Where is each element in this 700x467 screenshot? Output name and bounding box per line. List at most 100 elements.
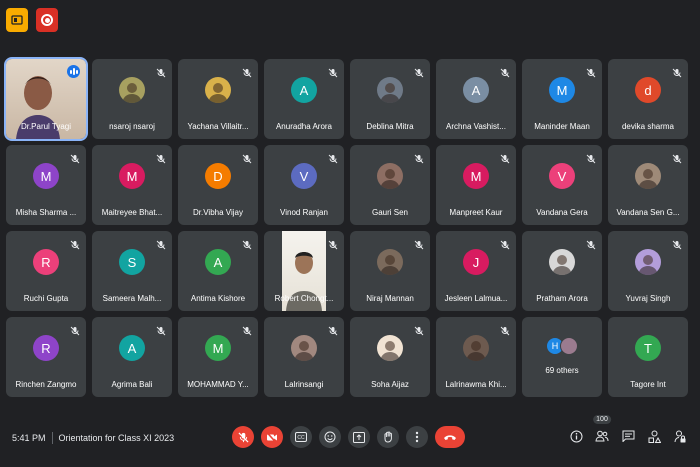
meeting-details: 5:41 PM Orientation for Class XI 2023	[12, 432, 174, 444]
avatar	[560, 336, 578, 355]
avatar: T	[635, 335, 661, 362]
participant-tile[interactable]: Gauri Sen	[350, 145, 430, 225]
participant-tile[interactable]: Lalrinsangi	[264, 317, 344, 397]
chat-icon	[622, 430, 634, 442]
avatar: A	[119, 335, 145, 362]
mic-muted-icon	[156, 323, 166, 336]
participant-tile[interactable]: D Dr.Vibha Vijay	[178, 145, 258, 225]
participant-name: Jesleen Lalmua...	[444, 294, 508, 303]
others-avatars: H	[546, 336, 578, 355]
participant-count-badge: 100	[593, 415, 611, 424]
recording-icon[interactable]	[36, 8, 58, 32]
participant-tile[interactable]: Yachana Villaitr...	[178, 59, 258, 139]
reactions-button[interactable]	[319, 426, 341, 448]
participant-tile[interactable]: V Vinod Ranjan	[264, 145, 344, 225]
avatar: M	[33, 163, 59, 190]
meeting-time: 5:41 PM	[12, 433, 46, 443]
participant-name: Tagore Int	[630, 380, 666, 389]
participant-tile[interactable]: Lalrinawma Khi...	[436, 317, 516, 397]
participant-tile[interactable]: Soha Aijaz	[350, 317, 430, 397]
avatar: S	[119, 249, 145, 276]
avatar: V	[549, 163, 575, 190]
chat-button[interactable]	[620, 428, 636, 444]
hand-icon	[384, 431, 392, 443]
participant-tile[interactable]: nsaroj nsaroj	[92, 59, 172, 139]
avatar: V	[291, 163, 317, 190]
participant-tile[interactable]: Dr.Parul Tyagi	[4, 57, 88, 141]
participant-tile[interactable]: S Sameera Malh...	[92, 231, 172, 311]
mic-muted-icon	[586, 65, 596, 78]
participant-name: Sameera Malh...	[102, 294, 162, 303]
participant-name: Robert Chongt...	[274, 294, 334, 303]
meeting-info-button[interactable]	[568, 428, 584, 444]
mic-muted-icon	[70, 323, 80, 336]
participant-tile[interactable]: M Maninder Maan	[522, 59, 602, 139]
participant-tile[interactable]: M MOHAMMAD Y...	[178, 317, 258, 397]
participant-name: Lalrinsangi	[284, 380, 324, 389]
camera-off-button[interactable]	[261, 426, 283, 448]
avatar	[635, 163, 661, 190]
participant-name: Ruchi Gupta	[23, 294, 69, 303]
mic-muted-icon	[414, 323, 424, 336]
participant-grid: Dr.Parul Tyagi nsaroj nsaroj Yachana Villa…	[4, 57, 694, 397]
mic-off-button[interactable]	[232, 426, 254, 448]
avatar: R	[33, 335, 59, 362]
participant-name: Vandana Gera	[536, 208, 588, 217]
more-options-button[interactable]	[406, 426, 428, 448]
activity-icon[interactable]	[6, 8, 28, 32]
divider	[51, 432, 53, 444]
participant-tile[interactable]: d devika sharma	[608, 59, 688, 139]
participant-tile[interactable]: Vandana Sen G...	[608, 145, 688, 225]
avatar: A	[205, 249, 231, 276]
participant-name: Yuvraj Singh	[625, 294, 671, 303]
host-controls-button[interactable]	[672, 428, 688, 444]
participant-tile[interactable]: V Vandana Gera	[522, 145, 602, 225]
mic-muted-icon	[414, 65, 424, 78]
mic-muted-icon	[672, 151, 682, 164]
participant-name: Antima Kishore	[190, 294, 246, 303]
present-button[interactable]	[348, 426, 370, 448]
participant-tile[interactable]: Deblina Mitra	[350, 59, 430, 139]
leave-call-button[interactable]	[435, 426, 465, 448]
participant-tile[interactable]: T Tagore Int	[608, 317, 688, 397]
avatar: J	[463, 249, 489, 276]
participant-name: Dr.Vibha Vijay	[193, 208, 243, 217]
people-button[interactable]: 100	[593, 415, 611, 444]
shapes-icon	[648, 430, 661, 443]
participant-tile[interactable]: J Jesleen Lalmua...	[436, 231, 516, 311]
participant-tile[interactable]: Robert Chongt...	[264, 231, 344, 311]
captions-button[interactable]: CC	[290, 426, 312, 448]
participant-tile[interactable]: Niraj Mannan	[350, 231, 430, 311]
participant-tile[interactable]: A Anuradha Arora	[264, 59, 344, 139]
participant-tile[interactable]: R Rinchen Zangmo	[6, 317, 86, 397]
participant-tile[interactable]: A Archna Vashist...	[436, 59, 516, 139]
avatar	[463, 335, 489, 362]
mic-muted-icon	[156, 65, 166, 78]
participant-tile[interactable]: A Antima Kishore	[178, 231, 258, 311]
participant-tile[interactable]: A Agrima Bali	[92, 317, 172, 397]
participant-tile[interactable]: Pratham Arora	[522, 231, 602, 311]
participant-tile[interactable]: M Misha Sharma ...	[6, 145, 86, 225]
activities-button[interactable]	[646, 428, 662, 444]
participant-tile[interactable]: R Ruchi Gupta	[6, 231, 86, 311]
mic-muted-icon	[328, 65, 338, 78]
more-icon	[415, 431, 419, 443]
svg-text:CC: CC	[297, 435, 305, 441]
raise-hand-button[interactable]	[377, 426, 399, 448]
participant-tile[interactable]: M Maitreyee Bhat...	[92, 145, 172, 225]
avatar: D	[205, 163, 231, 190]
participant-tile[interactable]: H 69 others	[522, 317, 602, 397]
mic-muted-icon	[328, 237, 338, 250]
present-icon	[353, 431, 365, 443]
avatar: A	[291, 77, 317, 104]
participant-tile[interactable]: Yuvraj Singh	[608, 231, 688, 311]
mic-muted-icon	[242, 151, 252, 164]
avatar: M	[119, 163, 145, 190]
participant-name: Soha Aijaz	[371, 380, 409, 389]
avatar	[549, 249, 575, 276]
participant-tile[interactable]: M Manpreet Kaur	[436, 145, 516, 225]
avatar: M	[463, 163, 489, 190]
mic-muted-icon	[328, 151, 338, 164]
mic-muted-icon	[672, 237, 682, 250]
participant-name: Gauri Sen	[371, 208, 409, 217]
